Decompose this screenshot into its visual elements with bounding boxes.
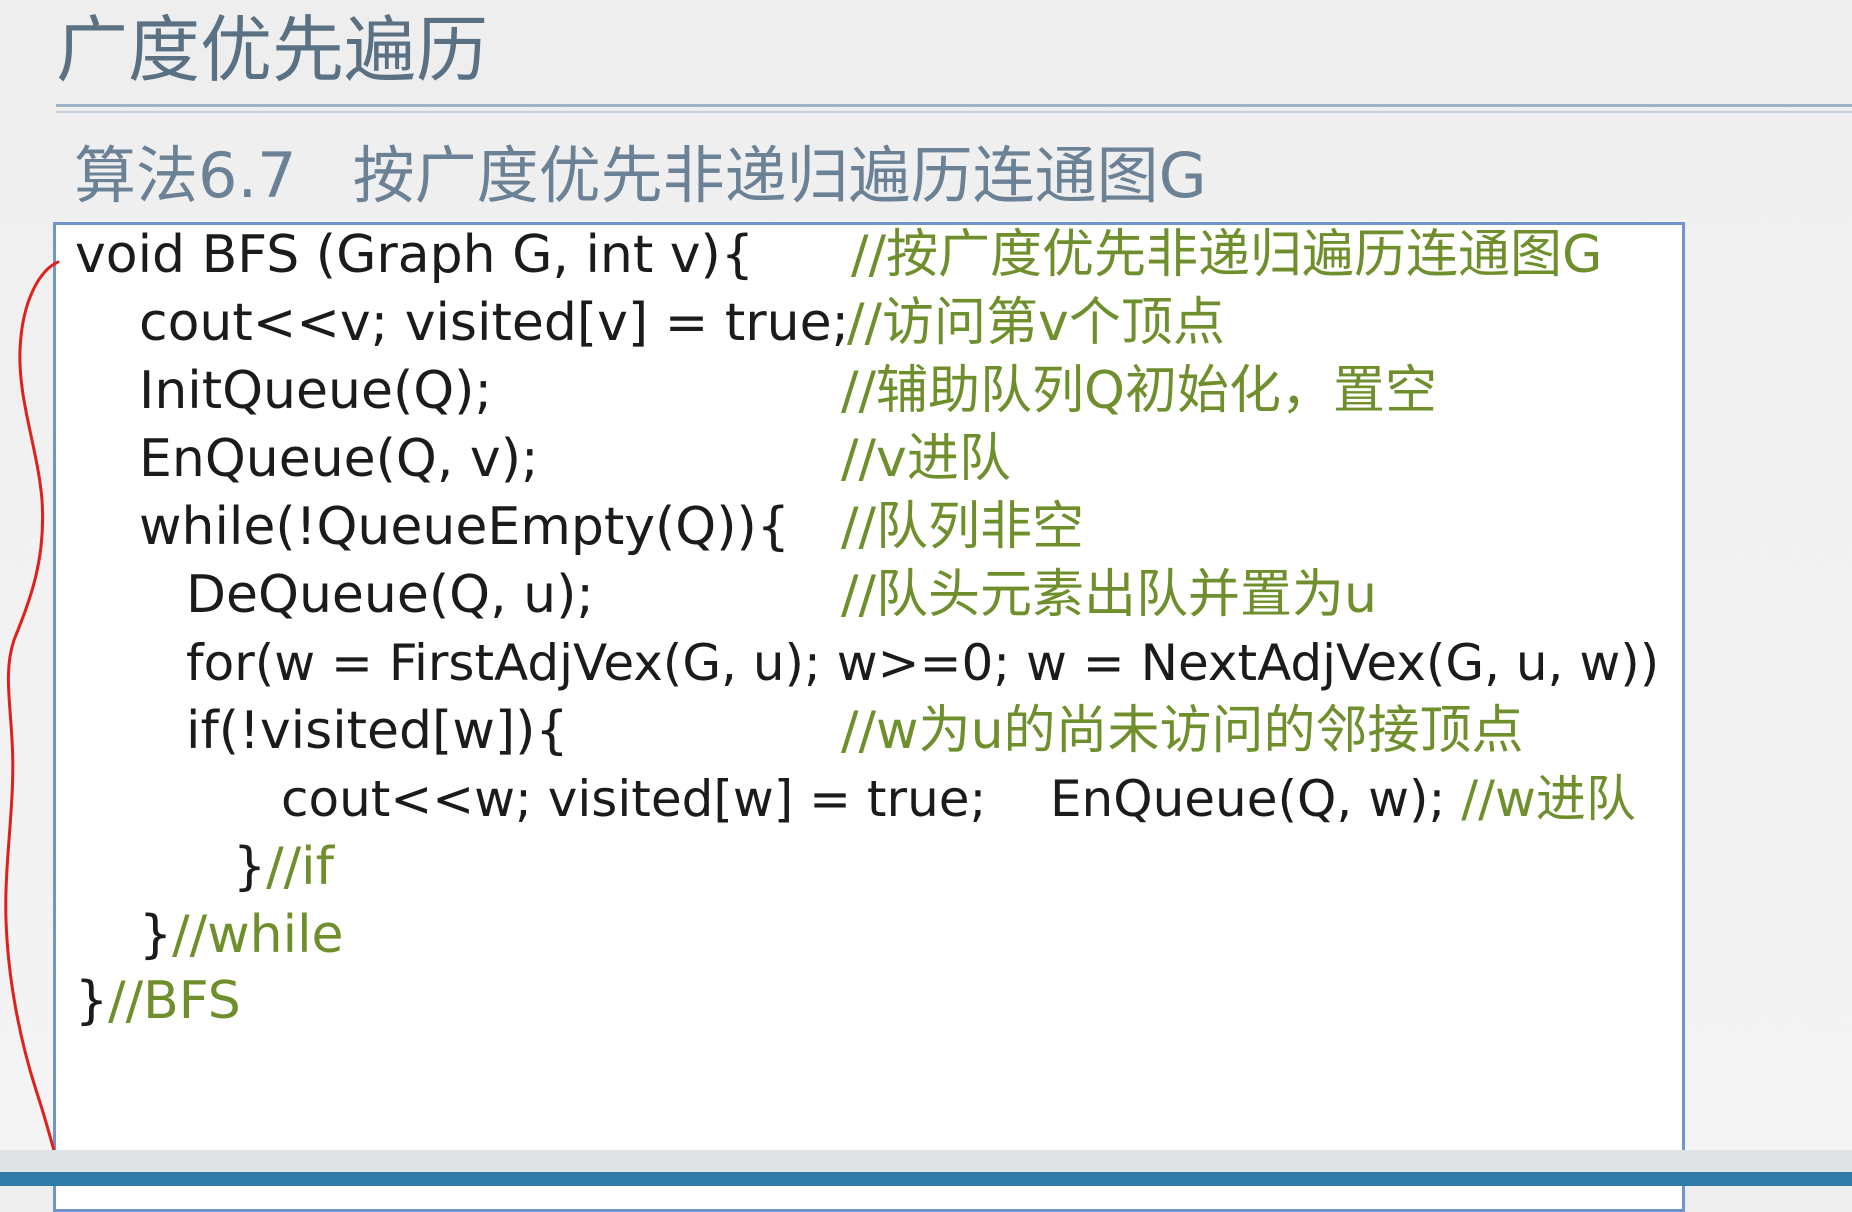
code-line-6: DeQueue(Q, u);	[186, 565, 594, 625]
code-comment-8: //w为u的尚未访问的邻接顶点	[841, 701, 1524, 761]
code-comment-12: //BFS	[108, 971, 241, 1031]
code-comment-11: //while	[172, 905, 344, 965]
code-comment-6: //队头元素出队并置为u	[841, 565, 1377, 625]
code-line-12: }//BFS	[75, 969, 241, 1033]
code-comment-2: //访问第v个顶点	[847, 293, 1225, 353]
slide-title: 广度优先遍历	[56, 8, 489, 92]
algorithm-number: 算法6.7	[74, 139, 297, 212]
code-line-3: InitQueue(Q);	[139, 361, 492, 421]
close-brace-while: }	[139, 905, 173, 965]
code-comment-1: //按广度优先非递归遍历连通图G	[851, 225, 1603, 285]
title-rule	[56, 104, 1852, 107]
close-brace-bfs: }	[75, 971, 109, 1031]
code-line-2: cout<<v; visited[v] = true;	[139, 293, 850, 353]
code-line-5: while(!QueueEmpty(Q)){	[139, 497, 790, 557]
title-rule-secondary	[56, 111, 1852, 113]
code-comment-3: //辅助队列Q初始化，置空	[841, 361, 1437, 421]
algorithm-title: 算法6.7 按广度优先非递归遍历连通图G	[74, 136, 1207, 216]
code-comment-10: //if	[266, 837, 334, 897]
code-comment-5: //队列非空	[841, 497, 1085, 557]
code-line-7: for(w = FirstAdjVex(G, u); w>=0; w = Nex…	[186, 634, 1660, 692]
code-line-1: void BFS (Graph G, int v){	[75, 225, 754, 285]
code-line-4: EnQueue(Q, v);	[139, 429, 539, 489]
code-line-8: if(!visited[w]){	[186, 701, 569, 761]
code-line-11: }//while	[139, 903, 344, 967]
code-box: void BFS (Graph G, int v){ //按广度优先非递归遍历连…	[53, 222, 1685, 1212]
code-comment-4: //v进队	[841, 429, 1011, 489]
code-line-10: }//if	[233, 835, 334, 899]
code-line-9: cout<<w; visited[w] = true; EnQueue(Q, w…	[281, 767, 1636, 831]
close-brace-if: }	[233, 837, 267, 897]
code-comment-9: //w进队	[1461, 770, 1636, 828]
code-line-9-text: cout<<w; visited[w] = true; EnQueue(Q, w…	[281, 770, 1462, 828]
algorithm-name: 按广度优先非递归遍历连通图G	[352, 139, 1207, 212]
